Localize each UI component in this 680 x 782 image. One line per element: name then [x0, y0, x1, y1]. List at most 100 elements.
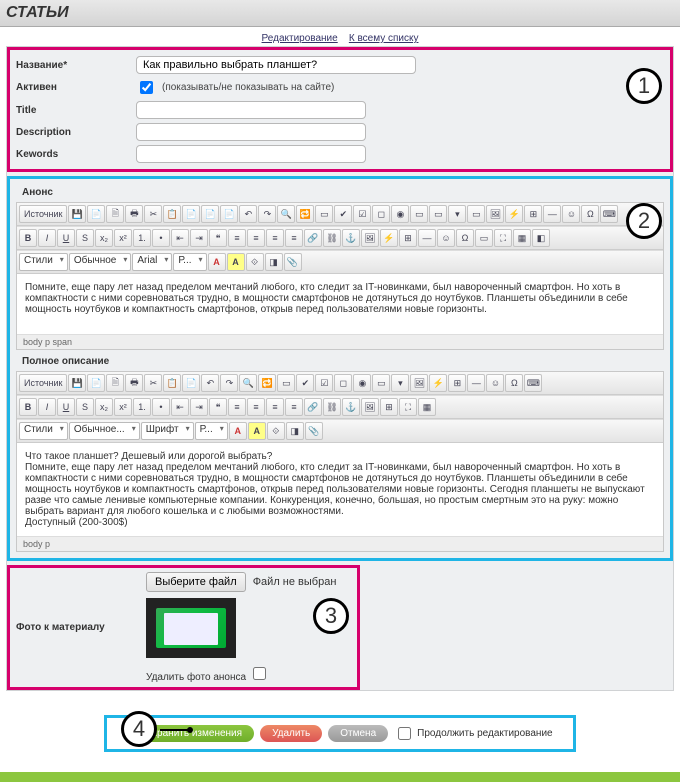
- table2-icon[interactable]: ⊞: [399, 229, 417, 247]
- attach-icon[interactable]: 📎: [284, 253, 302, 271]
- align-justify-icon[interactable]: ≡: [285, 398, 303, 416]
- source-button[interactable]: Источник: [19, 205, 67, 223]
- radio-icon[interactable]: ◉: [391, 205, 409, 223]
- cut-icon[interactable]: ✂: [144, 205, 162, 223]
- attach-icon[interactable]: 📎: [305, 422, 323, 440]
- newpage-icon[interactable]: 📄: [87, 205, 105, 223]
- anons-body[interactable]: Помните, еще пару лет назад пределом меч…: [17, 274, 663, 334]
- showblocks-icon[interactable]: ▦: [513, 229, 531, 247]
- pagebreak-icon[interactable]: ⌨: [600, 205, 618, 223]
- bullist-icon[interactable]: •: [152, 229, 170, 247]
- superscript-icon[interactable]: x²: [114, 229, 132, 247]
- select-icon[interactable]: ▾: [448, 205, 466, 223]
- choose-file-button[interactable]: Выберите файл: [146, 572, 246, 592]
- checkbox-icon[interactable]: ◻: [372, 205, 390, 223]
- select-icon[interactable]: ▾: [391, 374, 409, 392]
- bold-icon[interactable]: B: [19, 398, 37, 416]
- unlink-icon[interactable]: ⛓: [323, 398, 341, 416]
- image2-icon[interactable]: 🖼: [361, 229, 379, 247]
- hr-icon[interactable]: —: [543, 205, 561, 223]
- numlist-icon[interactable]: 1.: [133, 398, 151, 416]
- active-checkbox[interactable]: [140, 81, 153, 94]
- redo-icon[interactable]: ↷: [220, 374, 238, 392]
- numlist-icon[interactable]: 1.: [133, 229, 151, 247]
- full-body[interactable]: Что такое планшет? Дешевый или дорогой в…: [17, 443, 663, 536]
- templates-icon[interactable]: ⟐: [246, 253, 264, 271]
- keywords-input[interactable]: [136, 145, 366, 163]
- print-icon[interactable]: 🖶: [125, 205, 143, 223]
- pagebreak-icon[interactable]: ⌨: [524, 374, 542, 392]
- redo-icon[interactable]: ↷: [258, 205, 276, 223]
- about-icon[interactable]: ◧: [532, 229, 550, 247]
- preview-icon[interactable]: 🗎: [106, 374, 124, 392]
- italic-icon[interactable]: I: [38, 229, 56, 247]
- image-icon[interactable]: 🖼: [486, 205, 504, 223]
- maximize-icon[interactable]: ⛶: [399, 398, 417, 416]
- specialchar-icon[interactable]: Ω: [581, 205, 599, 223]
- replace-icon[interactable]: 🔁: [296, 205, 314, 223]
- size-select[interactable]: Р...: [195, 422, 228, 440]
- blockquote-icon[interactable]: ❝: [209, 398, 227, 416]
- textcolor-icon[interactable]: A: [208, 253, 226, 271]
- anchor-icon[interactable]: ⚓: [342, 398, 360, 416]
- bold-icon[interactable]: B: [19, 229, 37, 247]
- preview-icon[interactable]: 🗎: [106, 205, 124, 223]
- delete-photo-checkbox[interactable]: [253, 667, 266, 680]
- textcolor-icon[interactable]: A: [229, 422, 247, 440]
- cut-icon[interactable]: ✂: [144, 374, 162, 392]
- button-icon[interactable]: ▭: [467, 205, 485, 223]
- iframe-icon[interactable]: ▭: [475, 229, 493, 247]
- superscript-icon[interactable]: x²: [114, 398, 132, 416]
- paste-text-icon[interactable]: 📄: [201, 205, 219, 223]
- unlink-icon[interactable]: ⛓: [323, 229, 341, 247]
- showblocks-icon[interactable]: ▦: [418, 398, 436, 416]
- link-icon[interactable]: 🔗: [304, 398, 322, 416]
- strike-icon[interactable]: S: [76, 398, 94, 416]
- align-left-icon[interactable]: ≡: [228, 229, 246, 247]
- selectall-icon[interactable]: ▭: [315, 205, 333, 223]
- form-icon[interactable]: ☑: [353, 205, 371, 223]
- paste-word-icon[interactable]: 📄: [220, 205, 238, 223]
- breadcrumb-edit[interactable]: Редактирование: [262, 33, 338, 44]
- spellcheck-icon[interactable]: ✔: [296, 374, 314, 392]
- textfield-icon[interactable]: ▭: [372, 374, 390, 392]
- save-icon[interactable]: 💾: [68, 205, 86, 223]
- paste-icon[interactable]: 📄: [182, 374, 200, 392]
- hr-icon[interactable]: —: [467, 374, 485, 392]
- undo-icon[interactable]: ↶: [201, 374, 219, 392]
- bgcolor-icon[interactable]: A: [248, 422, 266, 440]
- hr2-icon[interactable]: —: [418, 229, 436, 247]
- textfield-icon[interactable]: ▭: [410, 205, 428, 223]
- link-icon[interactable]: 🔗: [304, 229, 322, 247]
- undo-icon[interactable]: ↶: [239, 205, 257, 223]
- bgcolor-icon[interactable]: A: [227, 253, 245, 271]
- radio-icon[interactable]: ◉: [353, 374, 371, 392]
- print-icon[interactable]: 🖶: [125, 374, 143, 392]
- subscript-icon[interactable]: x₂: [95, 229, 113, 247]
- maximize-icon[interactable]: ⛶: [494, 229, 512, 247]
- div-icon[interactable]: ◨: [286, 422, 304, 440]
- source-button[interactable]: Источник: [19, 374, 67, 392]
- outdent-icon[interactable]: ⇤: [171, 229, 189, 247]
- indent-icon[interactable]: ⇥: [190, 398, 208, 416]
- form-icon[interactable]: ☑: [315, 374, 333, 392]
- title-input[interactable]: [136, 101, 366, 119]
- format-select[interactable]: Обычное...: [69, 422, 140, 440]
- smiley-icon[interactable]: ☺: [562, 205, 580, 223]
- blockquote-icon[interactable]: ❝: [209, 229, 227, 247]
- continue-edit-checkbox[interactable]: [398, 727, 411, 740]
- save-icon[interactable]: 💾: [68, 374, 86, 392]
- delete-button[interactable]: Удалить: [260, 725, 322, 742]
- templates-icon[interactable]: ⟐: [267, 422, 285, 440]
- flash2-icon[interactable]: ⚡: [380, 229, 398, 247]
- format-select[interactable]: Обычное: [69, 253, 132, 271]
- description-input[interactable]: [136, 123, 366, 141]
- smiley-icon[interactable]: ☺: [486, 374, 504, 392]
- bullist-icon[interactable]: •: [152, 398, 170, 416]
- subscript-icon[interactable]: x₂: [95, 398, 113, 416]
- align-right-icon[interactable]: ≡: [266, 398, 284, 416]
- image2-icon[interactable]: 🖼: [361, 398, 379, 416]
- copy-icon[interactable]: 📋: [163, 374, 181, 392]
- flash-icon[interactable]: ⚡: [505, 205, 523, 223]
- find-icon[interactable]: 🔍: [277, 205, 295, 223]
